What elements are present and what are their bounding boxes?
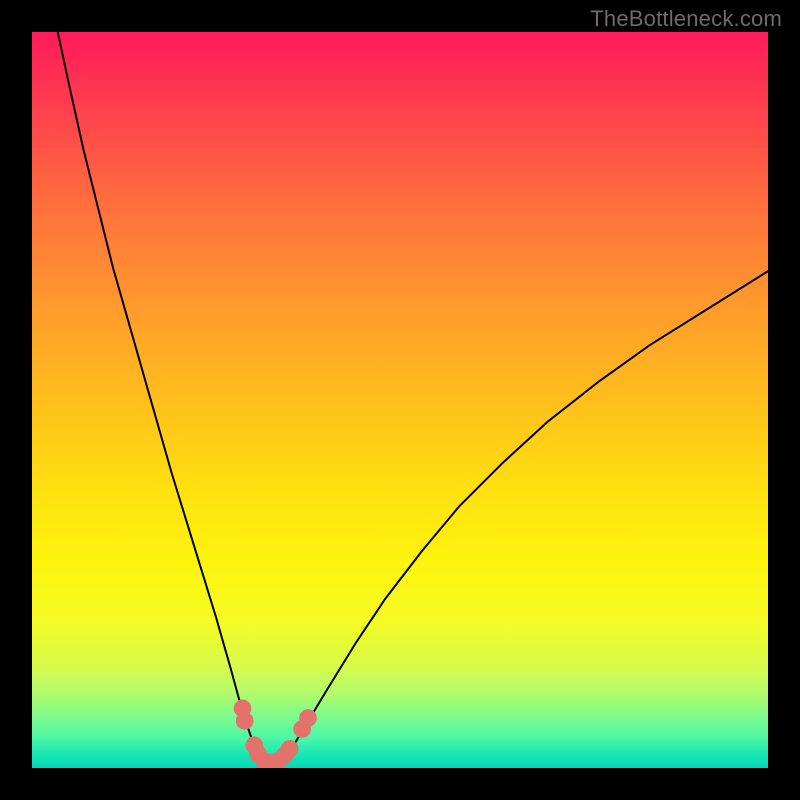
series-left-branch [58,32,264,763]
series-right-branch [279,271,768,763]
plot-area [32,32,768,768]
dot-left-upper-b [236,712,254,730]
series-group [58,32,768,764]
dot-right-upper-b [299,709,317,727]
dot-right-lower-b [281,740,299,758]
markers-group [234,700,317,768]
curve-svg [32,32,768,768]
chart-frame: TheBottleneck.com [0,0,800,800]
watermark-text: TheBottleneck.com [590,6,782,32]
